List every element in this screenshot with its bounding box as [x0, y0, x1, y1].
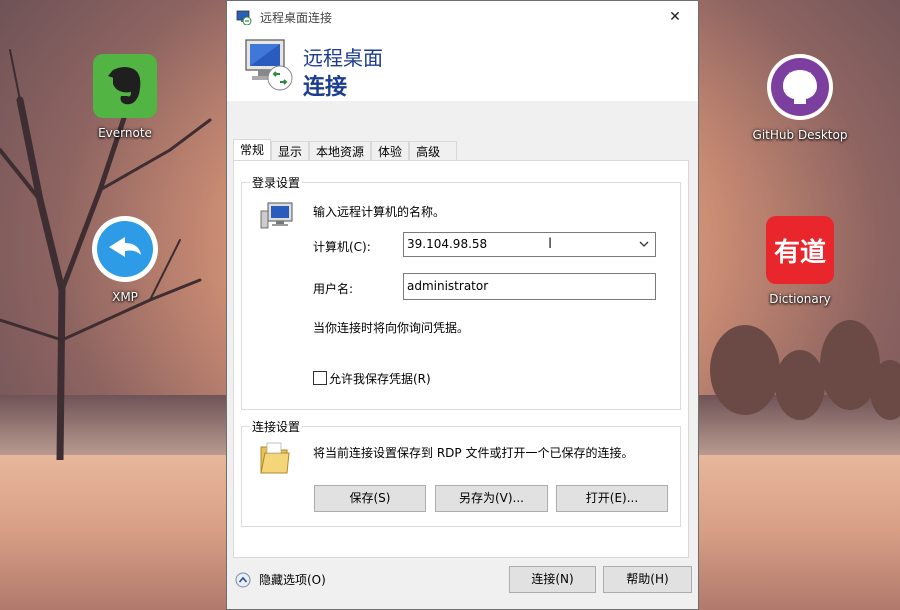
- username-field[interactable]: administrator: [403, 273, 656, 300]
- login-prompt-text: 输入远程计算机的名称。: [313, 205, 446, 219]
- folder-icon: [260, 442, 290, 474]
- connection-description: 将当前连接设置保存到 RDP 文件或打开一个已保存的连接。: [313, 446, 634, 460]
- chevron-down-icon[interactable]: [639, 239, 649, 249]
- connection-settings-group: 连接设置 将当前连接设置保存到 RDP 文件或打开一个已保存的连接。 保存(S)…: [241, 418, 681, 527]
- dictionary-icon: 有道: [766, 216, 834, 284]
- tab-local-resources[interactable]: 本地资源: [309, 141, 372, 162]
- dialog-body: 常规 显示 本地资源 体验 高级 登录设置 输入远程计算机的名称。 计算机(C)…: [227, 101, 698, 609]
- tab-advanced[interactable]: 高级: [409, 141, 458, 162]
- save-credentials-checkbox[interactable]: [313, 371, 327, 385]
- github-desktop-label: GitHub Desktop: [752, 128, 848, 142]
- tab-general[interactable]: 常规: [233, 139, 272, 162]
- github-icon: [767, 54, 833, 120]
- computer-combobox[interactable]: 39.104.98.58 I: [403, 232, 656, 257]
- save-credentials-label[interactable]: 允许我保存凭据(R): [329, 370, 431, 387]
- hide-options-label: 隐藏选项(O): [259, 573, 326, 587]
- remote-desktop-banner-icon: [245, 39, 293, 91]
- open-button[interactable]: 打开(E)...: [556, 485, 668, 512]
- credential-info-text: 当你连接时将向你询问凭据。: [313, 321, 470, 335]
- save-as-button[interactable]: 另存为(V)...: [435, 485, 548, 512]
- tab-display[interactable]: 显示: [271, 141, 310, 162]
- desktop-icon-dictionary[interactable]: 有道 Dictionary: [745, 216, 855, 306]
- evernote-label: Evernote: [98, 126, 152, 140]
- desktop-icon-xmp[interactable]: XMP: [70, 216, 180, 304]
- dictionary-label: Dictionary: [769, 292, 831, 306]
- xmp-icon: [92, 216, 158, 282]
- banner-title-line2: 连接: [303, 75, 348, 100]
- hide-options-toggle[interactable]: 隐藏选项(O): [235, 571, 326, 588]
- desktop-icon-evernote[interactable]: Evernote: [70, 54, 180, 140]
- connect-button[interactable]: 连接(N): [509, 566, 596, 593]
- remote-desktop-window: 远程桌面连接 ✕ 远程桌面 连接 常规 显示 本地资源 体验 高级 登录设置 输…: [226, 0, 699, 610]
- banner: 远程桌面 连接: [227, 33, 698, 101]
- tab-strip: 常规 显示 本地资源 体验 高级: [233, 139, 458, 162]
- computer-icon: [260, 202, 293, 229]
- close-icon: ✕: [669, 9, 681, 25]
- evernote-icon: [93, 54, 157, 118]
- login-settings-legend: 登录设置: [250, 174, 303, 191]
- close-button[interactable]: ✕: [652, 1, 698, 33]
- banner-title-line1: 远程桌面: [303, 46, 383, 70]
- window-title: 远程桌面连接: [260, 10, 333, 25]
- desktop-trees-right: [710, 320, 900, 420]
- tab-experience[interactable]: 体验: [371, 141, 410, 162]
- xmp-label: XMP: [112, 290, 138, 304]
- computer-value: 39.104.98.58: [407, 237, 488, 251]
- save-button[interactable]: 保存(S): [314, 485, 426, 512]
- connection-settings-legend: 连接设置: [250, 418, 303, 435]
- desktop-icon-github-desktop[interactable]: GitHub Desktop: [745, 54, 855, 142]
- remote-desktop-app-icon: [236, 10, 252, 25]
- username-value: administrator: [407, 279, 489, 293]
- chevron-up-circle-icon: [235, 572, 251, 587]
- title-bar[interactable]: 远程桌面连接 ✕: [227, 1, 698, 33]
- dictionary-logo-text: 有道: [773, 237, 826, 268]
- username-label: 用户名:: [313, 282, 354, 296]
- text-cursor-icon: I: [548, 236, 553, 252]
- general-tab-panel: 登录设置 输入远程计算机的名称。 计算机(C): 39.104.98.58 I: [233, 160, 689, 558]
- login-settings-group: 登录设置 输入远程计算机的名称。 计算机(C): 39.104.98.58 I: [241, 174, 681, 410]
- help-button[interactable]: 帮助(H): [603, 566, 692, 593]
- computer-label: 计算机(C):: [313, 240, 371, 254]
